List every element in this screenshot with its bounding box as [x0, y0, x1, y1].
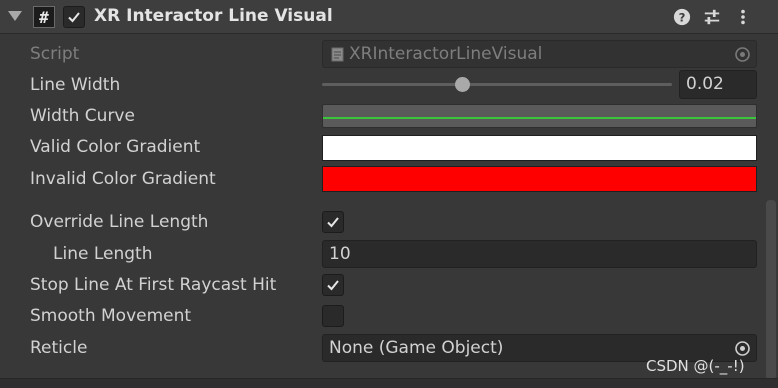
line-length-label: Line Length	[53, 244, 153, 264]
script-file-icon	[331, 47, 344, 62]
object-picker-icon[interactable]	[734, 46, 751, 63]
line-width-input[interactable]: 0.02	[679, 70, 757, 99]
script-hash-icon: #	[33, 6, 55, 28]
component-title: XR Interactor Line Visual	[94, 6, 333, 26]
more-menu-icon[interactable]	[733, 7, 753, 27]
line-width-label: Line Width	[30, 75, 121, 95]
invalid-color-gradient-field[interactable]	[322, 166, 757, 192]
valid-color-gradient-field[interactable]	[322, 135, 757, 161]
reticle-field-value: None (Game Object)	[329, 338, 504, 358]
override-line-length-label: Override Line Length	[30, 212, 209, 232]
script-label: Script	[30, 44, 80, 64]
next-component-header	[0, 378, 778, 388]
override-line-length-checkbox[interactable]	[322, 211, 344, 233]
smooth-movement-checkbox[interactable]	[322, 305, 344, 327]
line-width-slider-track[interactable]	[322, 83, 672, 86]
line-width-value: 0.02	[686, 74, 724, 94]
script-field-value: XRInteractorLineVisual	[349, 44, 543, 64]
object-picker-icon[interactable]	[734, 340, 751, 357]
inspector-scrollbar[interactable]	[766, 200, 776, 380]
component-header: # XR Interactor Line Visual ?	[0, 0, 778, 34]
stop-line-at-first-raycast-hit-label: Stop Line At First Raycast Hit	[30, 275, 277, 295]
line-length-input[interactable]: 10	[322, 240, 757, 268]
line-length-value: 10	[329, 244, 351, 264]
foldout-arrow-icon[interactable]	[8, 11, 22, 21]
smooth-movement-label: Smooth Movement	[30, 306, 192, 326]
width-curve-label: Width Curve	[30, 106, 135, 126]
stop-line-at-first-raycast-hit-checkbox[interactable]	[322, 274, 344, 296]
checkmark-icon	[327, 217, 339, 228]
valid-color-gradient-label: Valid Color Gradient	[30, 137, 201, 157]
checkmark-icon	[327, 280, 339, 291]
line-width-slider-handle[interactable]	[455, 77, 470, 92]
svg-text:?: ?	[679, 11, 686, 25]
invalid-color-gradient-label: Invalid Color Gradient	[30, 169, 216, 189]
help-icon[interactable]: ?	[672, 7, 692, 27]
presets-icon[interactable]	[702, 7, 722, 27]
reticle-label: Reticle	[30, 338, 88, 358]
width-curve-line	[323, 117, 756, 119]
watermark-text: CSDN @(-_-!)	[646, 357, 745, 375]
width-curve-field[interactable]	[322, 104, 757, 128]
checkmark-icon	[68, 12, 80, 23]
component-enabled-checkbox[interactable]	[63, 6, 85, 28]
script-field[interactable]: XRInteractorLineVisual	[322, 40, 757, 68]
